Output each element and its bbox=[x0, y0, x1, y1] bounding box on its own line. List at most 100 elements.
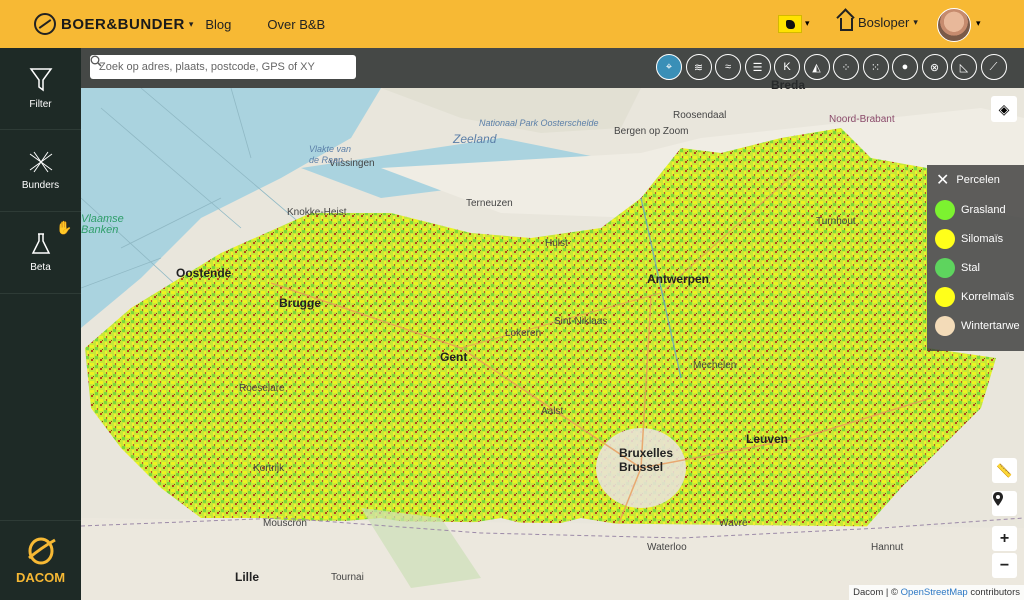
map-label-lille: Lille bbox=[235, 570, 260, 584]
sidebar-item-label: Filter bbox=[29, 99, 52, 110]
map-label-mouscron: Mouscron bbox=[263, 518, 307, 529]
brand-logo[interactable]: BOER&BUNDER ▾ bbox=[34, 13, 193, 35]
legend-label: Silomaïs bbox=[961, 232, 1004, 245]
layers-button[interactable]: ◈ bbox=[991, 96, 1017, 122]
top-bar: BOER&BUNDER ▾ Blog Over B&B ▾ Bosloper ▾… bbox=[0, 0, 1024, 48]
k-icon[interactable]: K bbox=[774, 54, 800, 80]
legend-item: Wintertarwe bbox=[927, 311, 1024, 340]
map-label-waterloo: Waterloo bbox=[647, 542, 687, 553]
flask-icon bbox=[31, 233, 50, 254]
map-label-sint-niklaas: Sint-Niklaas bbox=[554, 316, 608, 327]
seeds-icon[interactable]: ⁙ bbox=[862, 54, 889, 80]
map-label-leuven: Leuven bbox=[746, 432, 789, 446]
rainfall-icon[interactable]: ≋ bbox=[685, 54, 712, 80]
map-label-roeselare: Roeselare bbox=[239, 383, 285, 394]
map-label-brugge: Brugge bbox=[279, 296, 321, 310]
legend-swatch bbox=[935, 315, 955, 336]
sidebar-item-beta[interactable]: ✋ Beta bbox=[0, 212, 81, 294]
nutrients-icon[interactable]: ⁘ bbox=[833, 54, 859, 80]
slope-icon[interactable]: ◺ bbox=[951, 54, 977, 80]
map-label-hannut: Hannut bbox=[871, 542, 904, 553]
layer-tools: ⌖ ≋ ≈ ☰ K ◭ ⁘ ⁙ ● ⊗ ◺ ⟋ bbox=[656, 54, 1010, 80]
erosion-icon[interactable]: ⟋ bbox=[980, 54, 1007, 80]
attribution-prefix: Dacom | © bbox=[853, 587, 898, 598]
sidebar-item-filter[interactable]: Filter bbox=[0, 48, 81, 130]
map-label-bergen: Bergen op Zoom bbox=[614, 126, 689, 137]
elevation-icon[interactable]: ◭ bbox=[803, 54, 830, 80]
map-label-tournai: Tournai bbox=[331, 572, 364, 583]
osm-link[interactable]: OpenStreetMap bbox=[901, 587, 968, 598]
zoom-in-button[interactable]: + bbox=[992, 526, 1017, 551]
legend-item: Stal bbox=[927, 253, 1024, 282]
sidebar: Filter Bunders ✋ Beta DACOM bbox=[0, 48, 81, 600]
nav-about[interactable]: Over B&B bbox=[267, 17, 325, 32]
legend-label: Wintertarwe bbox=[961, 319, 1020, 332]
analysis-icon[interactable]: ⊗ bbox=[921, 54, 948, 80]
legend-swatch bbox=[935, 257, 955, 278]
flanders-flag-icon[interactable] bbox=[778, 15, 802, 33]
wave-hand-icon: ✋ bbox=[56, 220, 73, 235]
minus-icon: − bbox=[999, 556, 1010, 574]
dacom-leaf-icon bbox=[27, 537, 56, 565]
map-label-roosendaal: Roosendaal bbox=[673, 110, 727, 121]
sidebar-item-label: Beta bbox=[30, 262, 51, 273]
sidebar-item-bunders[interactable]: Bunders bbox=[0, 130, 81, 212]
close-icon[interactable]: ✕ bbox=[936, 170, 949, 190]
user-label: Bosloper bbox=[858, 15, 910, 30]
legend-header: ✕ Percelen bbox=[927, 165, 1024, 195]
map-label-zeeland: Zeeland bbox=[453, 132, 497, 146]
legend-swatch bbox=[935, 199, 955, 220]
legend-title: Percelen bbox=[956, 174, 1000, 186]
map-label-turnhout: Turnhout bbox=[816, 216, 856, 227]
dacom-label: DACOM bbox=[15, 570, 66, 585]
soil-icon[interactable]: ≈ bbox=[715, 54, 741, 80]
water-drop-icon[interactable]: ● bbox=[892, 54, 918, 80]
farm-icon bbox=[840, 18, 853, 31]
brand-name: BOER&BUNDER bbox=[61, 15, 185, 33]
nav-blog[interactable]: Blog bbox=[205, 17, 231, 32]
legend-item: Korrelmaïs bbox=[927, 282, 1024, 311]
map-label-vlakte: Vlakte van de Raan bbox=[309, 144, 352, 165]
map-label-banken: Vlaamse Banken bbox=[81, 213, 124, 236]
chevron-down-icon[interactable]: ▾ bbox=[189, 19, 194, 30]
map-background bbox=[81, 48, 1024, 600]
map-label-wavre: Wavre bbox=[719, 518, 748, 529]
map-pin-icon bbox=[993, 492, 1003, 506]
dacom-logo[interactable]: DACOM bbox=[0, 520, 81, 600]
map-label-antwerpen: Antwerpen bbox=[647, 272, 710, 286]
map-label-gent: Gent bbox=[440, 350, 468, 364]
map-label-oostende: Oostende bbox=[176, 266, 232, 280]
map-label-lokeren: Lokeren bbox=[505, 328, 542, 339]
chevron-down-icon[interactable]: ▾ bbox=[805, 18, 810, 29]
parcel-legend: ✕ Percelen Grasland Silomaïs Stal Korrel… bbox=[927, 165, 1024, 351]
locate-button[interactable] bbox=[992, 491, 1017, 516]
logo-icon bbox=[34, 13, 56, 35]
avatar[interactable] bbox=[937, 8, 971, 42]
sidebar-item-label: Bunders bbox=[21, 180, 60, 191]
map-label-brussels: Bruxelles Brussel bbox=[619, 446, 674, 474]
map-label-kortrijk: Kortrijk bbox=[253, 463, 285, 474]
legend-swatch bbox=[935, 286, 955, 307]
zoom-out-button[interactable]: − bbox=[992, 553, 1017, 578]
map-label-knokke: Knokke-Heist bbox=[287, 207, 347, 218]
search-box[interactable] bbox=[90, 55, 356, 79]
map-canvas[interactable]: Oostende Brugge Gent Antwerpen Bruxelles… bbox=[81, 48, 1024, 600]
chevron-down-icon[interactable]: ▾ bbox=[976, 18, 981, 29]
legend-label: Stal bbox=[961, 261, 980, 274]
legend-label: Grasland bbox=[961, 203, 1006, 216]
fields-icon bbox=[29, 151, 52, 173]
user-menu[interactable]: Bosloper ▾ bbox=[840, 14, 918, 31]
chevron-down-icon: ▾ bbox=[913, 17, 918, 27]
map-label-aalst: Aalst bbox=[541, 406, 564, 417]
list-icon[interactable]: ☰ bbox=[744, 54, 771, 80]
map-label-oosterschelde: Nationaal Park Oosterschelde bbox=[479, 118, 599, 128]
search-input[interactable] bbox=[99, 61, 339, 73]
measure-button[interactable]: 📏 bbox=[992, 458, 1017, 483]
location-pin-icon[interactable]: ⌖ bbox=[656, 54, 682, 80]
ruler-icon: 📏 bbox=[996, 462, 1013, 478]
search-icon bbox=[90, 55, 102, 67]
map-attribution: Dacom | © OpenStreetMap contributors bbox=[849, 585, 1024, 600]
map-label-terneuzen: Terneuzen bbox=[466, 198, 513, 209]
map-label-noordbrabant: Noord-Brabant bbox=[829, 114, 895, 125]
legend-item: Silomaïs bbox=[927, 224, 1024, 253]
